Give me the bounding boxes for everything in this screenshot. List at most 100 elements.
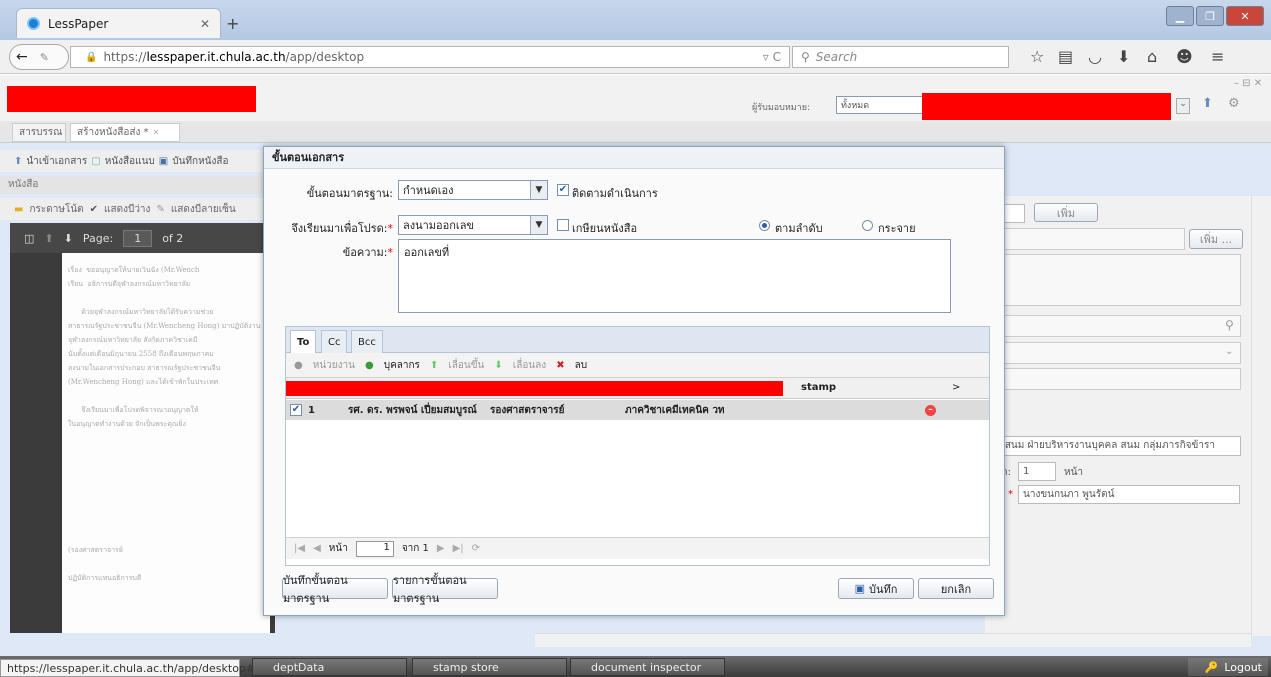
prev-page-icon[interactable]: ⬆ — [44, 232, 53, 245]
grid-header-stamp[interactable]: stamp — [801, 382, 836, 393]
last-page-icon[interactable]: ▶| — [453, 543, 464, 554]
close-tab-icon[interactable]: ✕ — [200, 17, 210, 31]
recipient-select[interactable]: ทั้งหมด — [836, 96, 924, 114]
taskbar-stamp-store[interactable]: stamp store — [412, 658, 567, 676]
bookmark-star-icon[interactable]: ☆ — [1030, 47, 1044, 66]
tab-to[interactable]: To — [290, 330, 317, 354]
right-field[interactable] — [985, 228, 1185, 250]
show-signature-button[interactable]: แสดงบีลายเซ็น — [171, 202, 236, 217]
first-page-icon[interactable]: |◀ — [294, 543, 305, 554]
std-step-select[interactable]: กำหนดเอง ▼ — [398, 180, 548, 200]
owner-field[interactable]: นางขนกนภา พูนรัตน์ — [1018, 485, 1240, 504]
vertical-scrollbar[interactable] — [1251, 196, 1265, 636]
list-standard-button[interactable]: รายการขั้นตอนมาตรฐาน — [392, 574, 498, 605]
home-icon[interactable]: ⌂ — [1147, 47, 1157, 66]
pager-input[interactable]: 1 — [355, 540, 394, 557]
prev-page-icon[interactable]: ◀ — [313, 543, 321, 554]
import-doc-button[interactable]: นำเข้าเอกสาร — [26, 154, 87, 169]
next-page-icon[interactable]: ⬇ — [64, 232, 73, 245]
pdf-page: เรื่อง ขออนุญาตให้นายเวินฉัง (Mr.Wench เ… — [62, 253, 270, 633]
right-textarea[interactable] — [985, 254, 1241, 306]
row-name: รศ. ดร. พรพจน์ เปี่ยมสมบูรณ์ — [348, 404, 477, 416]
window-controls-icon[interactable]: – ⊟ ✕ — [1234, 78, 1262, 89]
message-label: ข้อความ:* — [342, 246, 393, 259]
minimize-window-icon[interactable]: ▁ — [1166, 6, 1194, 26]
save-button[interactable]: ▣ บันทึก — [838, 578, 914, 599]
show-blank-button[interactable]: แสดงบีว่าง — [104, 202, 150, 217]
right-select[interactable] — [985, 342, 1241, 364]
tab-sarabun[interactable]: สารบรรณ — [12, 123, 66, 142]
next-page-icon[interactable]: ▶ — [437, 543, 445, 554]
redacted-block — [286, 381, 783, 396]
taskbar-deptdata[interactable]: deptData — [252, 658, 407, 676]
right-field[interactable] — [985, 368, 1241, 390]
browser-tab[interactable]: LessPaper ✕ — [16, 8, 221, 38]
chevron-down-icon[interactable]: ▼ — [530, 216, 547, 234]
taskbar-document-inspector[interactable]: document inspector — [570, 658, 725, 676]
chevron-down-icon[interactable]: ⌄ — [1225, 346, 1233, 357]
recipient-grid-toolbar: ● หน่วยงาน ● บุคลากร ⬆ เลื่อนขึ้น ⬇ เลื่อนลง… — [286, 353, 989, 378]
chevron-down-icon[interactable]: ⌄ — [1176, 98, 1190, 114]
close-window-icon[interactable]: ✕ — [1226, 6, 1264, 26]
menu-icon[interactable]: ≡ — [1211, 47, 1224, 66]
maximize-window-icon[interactable]: ❐ — [1196, 6, 1224, 26]
page-number-input[interactable]: 1 — [123, 229, 153, 247]
identity-icon[interactable]: ✎ — [40, 51, 49, 64]
add-person-button[interactable]: บุคลากร — [384, 358, 420, 373]
lock-icon: 🔒 — [85, 51, 98, 63]
upload-icon[interactable]: ⬆ — [1202, 96, 1213, 111]
radio-scatter[interactable] — [862, 220, 873, 231]
table-row[interactable]: ✔ 1 รศ. ดร. พรพจน์ เปี่ยมสมบูรณ์ รองศาสต… — [286, 400, 989, 420]
add-unit-button[interactable]: หน่วยงาน — [313, 358, 355, 373]
back-forward-buttons[interactable]: ← ✎ — [9, 44, 69, 70]
std-step-label: ขั้นตอนมาตรฐาน: — [306, 187, 393, 200]
department-field[interactable]: ชย์ สนม ฝ่ายบริหารงานบุคคล สนม กลุ่มภารก… — [985, 436, 1241, 456]
pocket-icon[interactable]: ◡ — [1088, 47, 1102, 66]
pages-input[interactable]: 1 — [1018, 462, 1056, 481]
row-checkbox[interactable]: ✔ — [290, 404, 302, 416]
message-textarea[interactable]: ออกเลขที่ — [398, 239, 951, 313]
reload-icon[interactable]: ▿ C — [763, 50, 781, 64]
browser-search-input[interactable]: ⚲ Search — [792, 46, 1009, 68]
search-icon[interactable]: ⚲ — [1225, 318, 1234, 332]
add-more-button[interactable]: เพิ่ม ... — [1189, 229, 1243, 249]
grid-header-more[interactable]: > — [952, 382, 960, 393]
pager-label: หน้า — [328, 543, 348, 554]
save-doc-button[interactable]: บันทึกหนังสือ — [172, 154, 228, 169]
sidebar-toggle-icon[interactable]: ◫ — [24, 232, 34, 245]
move-up-button[interactable]: เลื่อนขึ้น — [448, 358, 484, 373]
address-bar[interactable]: 🔒 https://lesspaper.it.chula.ac.th/app/d… — [70, 46, 790, 68]
tab-cc[interactable]: Cc — [321, 330, 348, 353]
add-button[interactable]: เพิ่ม — [1034, 203, 1098, 222]
refresh-icon[interactable]: ⟳ — [472, 543, 480, 554]
logout-button[interactable]: 🔑 Logout — [1188, 658, 1268, 676]
note-button[interactable]: กระดาษโน้ต — [29, 202, 83, 217]
reading-list-icon[interactable]: ▤ — [1058, 47, 1073, 66]
track-checkbox[interactable]: ✔ — [557, 184, 569, 196]
download-icon[interactable]: ⬇ — [1117, 47, 1130, 66]
check-icon: ✔ — [89, 203, 99, 215]
radio-scatter-label: กระจาย — [878, 222, 916, 235]
purpose-select[interactable]: ลงนามออกเลข ▼ — [398, 215, 548, 235]
horizontal-scrollbar[interactable] — [535, 633, 1251, 647]
delete-button[interactable]: ลบ — [575, 358, 587, 373]
tab-create-outgoing[interactable]: สร้างหนังสือส่ง * ✕ — [70, 123, 180, 142]
gear-icon[interactable]: ⚙ — [1228, 96, 1240, 111]
close-tab-icon[interactable]: ✕ — [153, 128, 160, 137]
chat-icon[interactable]: ☻ — [1176, 47, 1193, 66]
cancel-button[interactable]: ยกเลิก — [918, 578, 994, 599]
radio-sequence[interactable] — [759, 220, 770, 231]
move-down-button[interactable]: เลื่อนลง — [513, 358, 546, 373]
circulate-checkbox[interactable] — [557, 219, 569, 231]
right-field[interactable] — [985, 315, 1241, 337]
chevron-down-icon[interactable]: ▼ — [530, 181, 547, 199]
attach-doc-button[interactable]: หนังสือแนบ — [105, 154, 155, 169]
remove-row-icon[interactable]: – — [925, 404, 936, 416]
tab-bcc[interactable]: Bcc — [351, 330, 383, 353]
back-arrow-icon[interactable]: ← — [16, 49, 28, 65]
new-tab-icon[interactable]: + — [226, 14, 239, 33]
grid-pager: |◀ ◀ หน้า 1 จาก 1 ▶ ▶| ⟳ — [286, 537, 989, 559]
move-up-icon: ⬆ — [429, 359, 439, 371]
import-icon: ⬆ — [14, 155, 23, 167]
save-standard-button[interactable]: บันทึกขั้นตอนมาตรฐาน — [282, 574, 388, 605]
